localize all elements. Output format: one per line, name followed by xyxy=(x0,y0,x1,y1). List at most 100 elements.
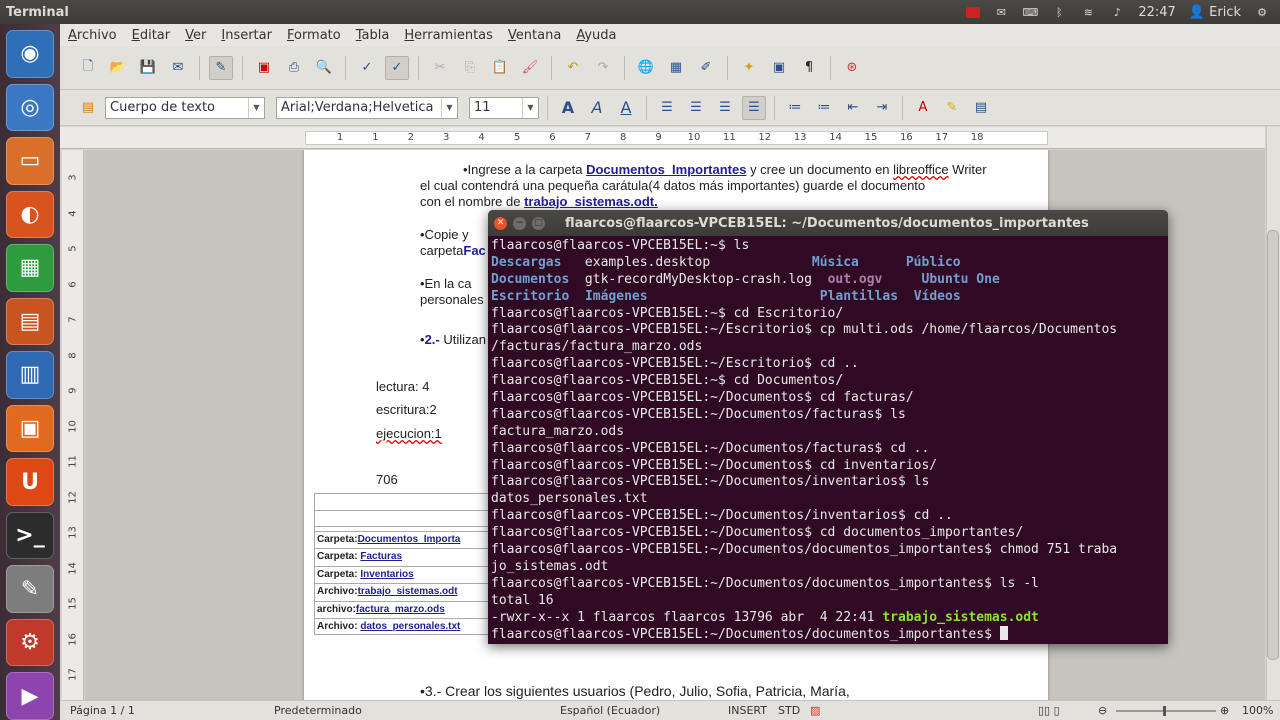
scrollbar-thumb[interactable] xyxy=(1267,230,1279,660)
page-indicator[interactable]: Página 1 / 1 xyxy=(70,704,135,717)
hyperlink-icon[interactable]: 🌐 xyxy=(634,56,658,80)
table-row[interactable]: Archivo:trabajo_sistemas.odt xyxy=(317,585,493,598)
font-color-icon[interactable]: A xyxy=(911,96,935,120)
formatting-marks-icon[interactable]: ¶ xyxy=(797,56,821,80)
volume-icon[interactable]: ♪ xyxy=(1109,6,1125,19)
menu-herramientas[interactable]: Herramientas xyxy=(404,28,493,43)
bold-icon[interactable]: A xyxy=(556,96,580,120)
menu-archivo[interactable]: Archivo xyxy=(68,28,117,43)
paste-icon[interactable]: 📋 xyxy=(488,56,512,80)
new-document-icon[interactable]: 🗋 xyxy=(76,56,100,80)
autospellcheck-icon[interactable]: ✓ xyxy=(385,55,409,80)
software-center-icon[interactable]: ▣ xyxy=(6,404,54,453)
styles-formatting-icon[interactable]: ▤ xyxy=(76,96,100,120)
page-style[interactable]: Predeterminado xyxy=(274,704,362,717)
text-editor-icon[interactable]: ✎ xyxy=(6,565,54,613)
email-icon[interactable]: ✉ xyxy=(166,56,190,80)
export-pdf-icon[interactable]: ▣ xyxy=(252,56,276,80)
paragraph-1-line-3[interactable]: con el nombre de trabajo_sistemas.odt. xyxy=(420,194,658,210)
bullets-icon[interactable]: ≔ xyxy=(812,96,836,120)
clock[interactable]: 22:47 xyxy=(1138,5,1175,20)
permission-number[interactable]: 706 xyxy=(376,472,398,488)
files-icon[interactable]: ▭ xyxy=(6,137,54,185)
clone-format-icon[interactable]: 🖌 xyxy=(518,56,542,80)
print-preview-icon[interactable]: 🔍 xyxy=(312,56,336,80)
paragraph-2-line-2[interactable]: carpetaFac xyxy=(420,243,486,259)
italic-icon[interactable]: A xyxy=(585,96,609,120)
table-row[interactable]: Archivo: datos_personales.txt xyxy=(317,620,493,633)
zoom-slider[interactable] xyxy=(1116,710,1216,712)
terminal-output[interactable]: flaarcos@flaarcos-VPCEB15EL:~$ ls Descarg… xyxy=(488,236,1168,643)
table-row[interactable]: archivo:factura_marzo.ods xyxy=(317,603,493,616)
horizontal-ruler[interactable]: 1 1 2 3 4 5 6 7 8 9 10 11 12 13 14 15 16 17 18 xyxy=(60,127,1265,149)
permission-write[interactable]: escritura:2 xyxy=(376,402,437,418)
table-row[interactable]: Carpeta:Documentos_Importa xyxy=(317,533,493,546)
help-icon[interactable]: ⊛ xyxy=(840,56,864,80)
underline-icon[interactable]: A xyxy=(614,96,638,120)
spellcheck-icon[interactable]: ✓ xyxy=(355,56,379,80)
zoom-level[interactable]: 100% xyxy=(1242,704,1273,717)
insert-mode[interactable]: INSERT xyxy=(728,704,767,717)
menu-ventana[interactable]: Ventana xyxy=(508,28,561,43)
gallery-icon[interactable]: ▣ xyxy=(767,56,791,80)
menu-ver[interactable]: Ver xyxy=(185,28,206,43)
menu-tabla[interactable]: Tabla xyxy=(356,28,390,43)
zoom-out-icon[interactable]: ⊖ xyxy=(1098,704,1107,717)
language-indicator[interactable]: Español (Ecuador) xyxy=(560,704,660,717)
vertical-ruler[interactable]: 3 4 5 6 7 8 9 10 11 12 13 14 15 16 17 xyxy=(62,150,84,700)
permission-execute[interactable]: ejecucion:1 xyxy=(376,426,442,442)
align-right-icon[interactable]: ☰ xyxy=(713,96,737,120)
menu-ayuda[interactable]: Ayuda xyxy=(576,28,616,43)
recording-indicator-icon[interactable] xyxy=(966,6,981,18)
menu-editar[interactable]: Editar xyxy=(132,28,171,43)
justify-icon[interactable]: ☰ xyxy=(742,95,766,120)
mail-icon[interactable]: ✉ xyxy=(993,6,1009,19)
numbering-icon[interactable]: ≔ xyxy=(783,96,807,120)
system-settings-icon[interactable]: ⚙ xyxy=(6,618,54,667)
terminal-window[interactable]: ✕ − □ flaarcos@flaarcos-VPCEB15EL: ~/Doc… xyxy=(488,210,1168,644)
minimize-icon[interactable]: − xyxy=(513,216,526,230)
align-center-icon[interactable]: ☰ xyxy=(684,96,708,120)
navigator-icon[interactable]: ✦ xyxy=(737,56,761,80)
keyboard-icon[interactable]: ⌨ xyxy=(1022,6,1038,19)
permission-read[interactable]: lectura: 4 xyxy=(376,379,429,395)
align-left-icon[interactable]: ☰ xyxy=(655,96,679,120)
highlight-icon[interactable]: ✎ xyxy=(940,96,964,120)
edit-mode-icon[interactable]: ✎ xyxy=(209,55,233,80)
terminal-icon[interactable]: >_ xyxy=(6,511,54,560)
user-menu[interactable]: 👤 Erick xyxy=(1189,5,1241,20)
paragraph-5[interactable]: •3.- Crear los siguientes usuarios (Pedr… xyxy=(420,683,850,699)
save-icon[interactable]: 💾 xyxy=(136,56,160,80)
calc-icon[interactable]: ▦ xyxy=(6,244,54,292)
chromium-icon[interactable]: ◎ xyxy=(6,83,54,132)
paragraph-4[interactable]: •2.- Utilizan xyxy=(420,332,486,348)
table-row[interactable]: Carpeta: Facturas xyxy=(317,550,493,563)
zoom-in-icon[interactable]: ⊕ xyxy=(1220,704,1229,717)
power-icon[interactable]: ⚙ xyxy=(1254,6,1270,19)
background-color-icon[interactable]: ▤ xyxy=(969,96,993,120)
folder-table[interactable]: Carpeta:Documentos_Importa Carpeta: Factu… xyxy=(314,493,495,635)
table-icon[interactable]: ▦ xyxy=(664,56,688,80)
menu-formato[interactable]: Formato xyxy=(287,28,341,43)
selection-mode[interactable]: STD xyxy=(778,704,800,717)
print-icon[interactable]: ⎙ xyxy=(282,56,306,80)
open-icon[interactable]: 📂 xyxy=(106,56,130,80)
paragraph-2[interactable]: •Copie y xyxy=(420,227,469,243)
video-editor-icon[interactable]: ▶ xyxy=(6,672,54,720)
paragraph-3-line-2[interactable]: personales xyxy=(420,292,484,308)
terminal-titlebar[interactable]: ✕ − □ flaarcos@flaarcos-VPCEB15EL: ~/Doc… xyxy=(488,210,1168,236)
font-size-select[interactable]: 11 ▼ xyxy=(469,96,539,119)
copy-icon[interactable]: ⎘ xyxy=(458,56,482,80)
maximize-icon[interactable]: □ xyxy=(532,216,545,230)
draw-functions-icon[interactable]: ✐ xyxy=(694,56,718,80)
zoom-slider-thumb[interactable] xyxy=(1163,706,1166,716)
close-icon[interactable]: ✕ xyxy=(494,216,507,230)
ubuntu-dash-icon[interactable]: ◉ xyxy=(6,30,54,78)
paragraph-1[interactable]: •Ingrese a la carpeta Documentos_Importa… xyxy=(463,162,1023,178)
decrease-indent-icon[interactable]: ⇤ xyxy=(841,96,865,120)
bluetooth-icon[interactable]: ᛒ xyxy=(1051,6,1067,19)
impress-icon[interactable]: ▤ xyxy=(6,297,54,346)
undo-icon[interactable]: ↶ xyxy=(561,56,585,80)
table-row[interactable]: Carpeta: Inventarios xyxy=(317,568,493,581)
increase-indent-icon[interactable]: ⇥ xyxy=(870,96,894,120)
